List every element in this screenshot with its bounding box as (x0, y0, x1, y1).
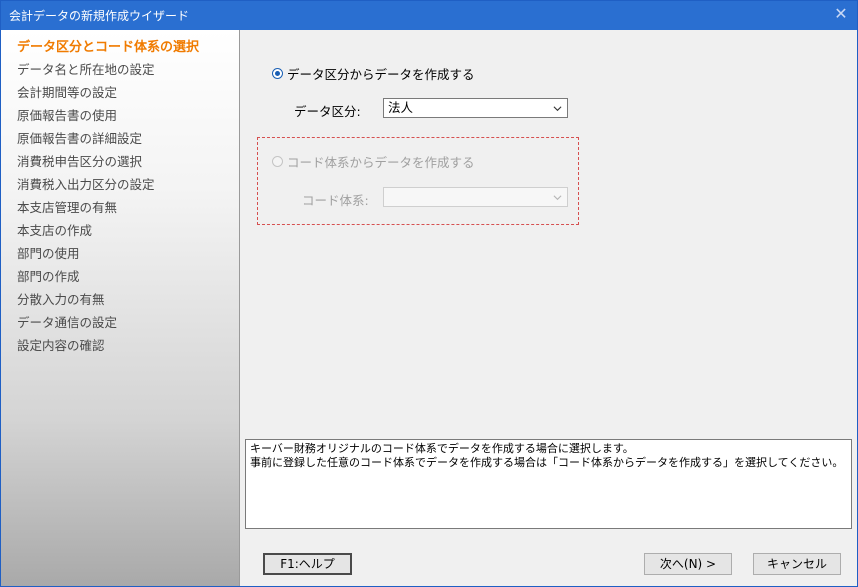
sidebar-step-14: 設定内容の確認 (17, 338, 105, 353)
help-button[interactable]: F1:ヘルプ (263, 553, 352, 575)
radio-unselected-icon (272, 156, 283, 167)
sidebar-step-4: 原価報告書の使用 (17, 108, 118, 123)
next-button[interactable]: 次へ(N) > (644, 553, 732, 575)
sidebar-step-7: 消費税入出力区分の設定 (17, 177, 155, 192)
sidebar-step-1: データ区分とコード体系の選択 (17, 40, 200, 55)
description-line-1: キーバー財務オリジナルのコード体系でデータを作成する場合に選択します。 (250, 442, 634, 455)
description-line-2: 事前に登録した任意のコード体系でデータを作成する場合は「コード体系からデータを作… (250, 456, 844, 469)
wizard-steps-sidebar: データ区分とコード体系の選択 データ名と所在地の設定 会計期間等の設定 原価報告書の使… (1, 30, 240, 586)
code-system-group (257, 137, 579, 225)
chevron-down-icon (553, 195, 562, 201)
radio-selected-icon (272, 68, 283, 79)
sidebar-step-10: 部門の使用 (17, 246, 80, 261)
window-title: 会計データの新規作成ウイザード (9, 9, 190, 23)
sidebar-step-6: 消費税申告区分の選択 (17, 154, 143, 169)
sidebar-step-12: 分散入力の有無 (17, 292, 105, 307)
description-box: キーバー財務オリジナルのコード体系でデータを作成する場合に選択します。 事前に登… (245, 439, 852, 529)
cancel-button[interactable]: キャンセル (753, 553, 841, 575)
data-category-select[interactable]: 法人 (383, 98, 568, 118)
sidebar-step-13: データ通信の設定 (17, 315, 118, 330)
code-system-radio[interactable]: コード体系からデータを作成する (272, 152, 475, 171)
close-icon[interactable]: ✕ (831, 4, 851, 24)
sidebar-step-11: 部門の作成 (17, 269, 80, 284)
title-bar[interactable]: 会計データの新規作成ウイザード ✕ (1, 1, 857, 30)
sidebar-step-5: 原価報告書の詳細設定 (17, 131, 143, 146)
sidebar-step-3: 会計期間等の設定 (17, 85, 118, 100)
data-category-field-label: データ区分: (294, 104, 361, 119)
code-system-field-label: コード体系: (302, 193, 369, 208)
wizard-window: 会計データの新規作成ウイザード ✕ データ区分とコード体系の選択 データ名と所在地… (0, 0, 858, 587)
code-system-radio-label: コード体系からデータを作成する (287, 155, 475, 170)
sidebar-step-8: 本支店管理の有無 (17, 200, 118, 215)
data-category-radio-label: データ区分からデータを作成する (287, 67, 475, 82)
wizard-main-panel: データ区分からデータを作成する データ区分: 法人 コード体系からデータを作成す… (240, 30, 857, 586)
data-category-radio[interactable]: データ区分からデータを作成する (272, 64, 475, 83)
sidebar-step-2: データ名と所在地の設定 (17, 62, 155, 77)
code-system-select[interactable] (383, 187, 568, 207)
data-category-select-value: 法人 (388, 100, 414, 115)
chevron-down-icon (553, 106, 562, 112)
sidebar-step-9: 本支店の作成 (17, 223, 93, 238)
